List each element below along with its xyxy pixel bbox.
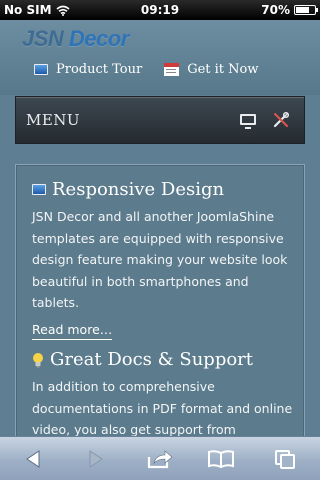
monitor-icon (32, 184, 46, 195)
battery-icon (294, 5, 318, 15)
battery-fill (296, 7, 309, 13)
section-great-docs-support: Great Docs & Support In addition to comp… (32, 349, 294, 441)
bookmarks-icon (208, 450, 234, 468)
battery-area: 70% (261, 3, 318, 17)
pages-icon (275, 450, 295, 469)
site-logo[interactable]: JSN Decor (22, 26, 129, 52)
section-responsive-design: Responsive Design JSN Decor and all anot… (32, 179, 294, 340)
logo-part1: JSN (22, 26, 64, 51)
section-title-text: Responsive Design (52, 179, 225, 200)
back-icon (26, 450, 40, 468)
section-body: JSN Decor and all another JoomlaShine te… (32, 209, 288, 310)
forward-icon (89, 450, 103, 468)
content-panel: Responsive Design JSN Decor and all anot… (15, 164, 305, 480)
share-button[interactable] (147, 447, 173, 471)
bookmarks-button[interactable] (208, 447, 234, 471)
status-bar: No SIM 09:19 70% (0, 0, 320, 20)
section-title-text: Great Docs & Support (50, 349, 254, 370)
read-more-link[interactable]: Read more… (32, 322, 113, 340)
get-it-now-link[interactable]: Get it Now (164, 62, 258, 77)
pages-button[interactable] (272, 447, 298, 471)
lightbulb-icon (33, 352, 43, 367)
product-tour-label: Product Tour (56, 62, 143, 77)
section-title: Great Docs & Support (32, 349, 294, 370)
get-it-now-label: Get it Now (187, 62, 259, 77)
section-body: In addition to comprehensive documentati… (32, 379, 293, 437)
monitor-icon (34, 64, 48, 75)
header-links: Product Tour Get it Now (34, 62, 258, 77)
battery-percent: 70% (261, 3, 290, 17)
section-title: Responsive Design (32, 179, 294, 200)
tools-icon[interactable] (272, 111, 290, 129)
product-tour-link[interactable]: Product Tour (34, 62, 142, 77)
site-header: JSN Decor Product Tour Get it Now (0, 20, 320, 95)
menu-toggle[interactable]: MENU (26, 111, 80, 129)
logo-part2: Decor (68, 26, 129, 51)
calendar-icon (164, 63, 180, 76)
menu-bar: MENU (15, 96, 305, 144)
desktop-icon[interactable] (240, 114, 256, 129)
forward-button[interactable] (83, 447, 109, 471)
browser-toolbar (0, 436, 320, 480)
back-button[interactable] (20, 447, 46, 471)
share-icon (147, 450, 173, 469)
